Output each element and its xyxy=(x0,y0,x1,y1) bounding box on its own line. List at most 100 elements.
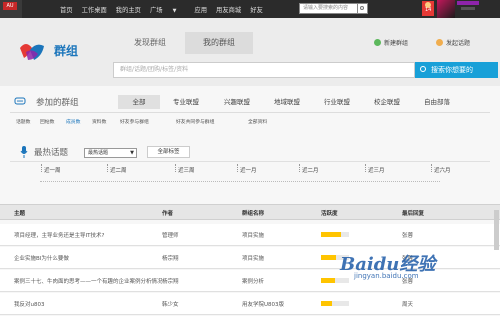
row-group[interactable]: 项目实施 xyxy=(242,231,264,239)
activity-fill xyxy=(321,278,335,283)
hot-topics-title: 最热话题 xyxy=(34,148,69,158)
row-author[interactable]: 杨宗翔 xyxy=(162,254,179,262)
tab-school[interactable]: 校企联盟 xyxy=(362,95,412,109)
activity-fill xyxy=(321,232,341,237)
col-topic[interactable]: 主题 xyxy=(14,209,25,217)
filter-2-weeks-label: 近二周 xyxy=(110,168,127,174)
filter-2-weeks[interactable]: 近二周 xyxy=(107,164,127,174)
col-author[interactable]: 作者 xyxy=(162,209,173,217)
scrollbar[interactable] xyxy=(494,210,499,250)
groups-logo-text: 群组 xyxy=(54,44,79,58)
filter-1-month[interactable]: 近一月 xyxy=(237,164,257,174)
nav-friends[interactable]: 好友 xyxy=(250,5,263,14)
activity-fill xyxy=(321,301,333,306)
row-author[interactable]: 韩少女 xyxy=(162,300,179,308)
tab-my-groups[interactable]: 我的群组 xyxy=(185,32,253,54)
nav-my-page[interactable]: 我的主页 xyxy=(116,5,141,14)
group-search-input[interactable]: 群组/话题/团购/标签/资料 xyxy=(113,62,415,78)
chat-bubble-icon xyxy=(14,97,26,105)
activity-bar xyxy=(321,301,349,306)
table-row[interactable]: 项目经理，主导业务还是主导IT技术? 管理师 项目实施 张蓉 xyxy=(0,224,500,246)
top-search-button[interactable] xyxy=(357,3,368,14)
row-title[interactable]: 我反对u803 xyxy=(14,300,44,308)
row-group[interactable]: 项目实施 xyxy=(242,254,264,262)
filter-1-month-label: 近一月 xyxy=(240,168,257,174)
notification-badge[interactable]: 14 xyxy=(422,1,434,16)
chevron-down-icon: ▼ xyxy=(172,7,177,14)
sort-files[interactable]: 资料数 xyxy=(92,118,120,125)
group-search-button[interactable]: 搜索你想要的 xyxy=(415,62,498,78)
nav-square[interactable]: 广场 ▼ xyxy=(150,5,185,14)
new-topic-button[interactable]: 发起话题 xyxy=(436,38,470,47)
row-last-reply[interactable]: 周天 xyxy=(402,300,413,308)
tab-region[interactable]: 地域联盟 xyxy=(262,95,312,109)
tick-icon xyxy=(107,164,110,172)
topics-table-header: 主题 作者 群组名称 活跃度 最后回复 xyxy=(0,204,500,220)
tab-industry[interactable]: 行业联盟 xyxy=(312,95,362,109)
table-row[interactable]: 我反对u803 韩少女 用友学院U803版 周天 xyxy=(0,293,500,315)
sort-all-files[interactable]: 全部资料 xyxy=(248,118,284,125)
top-nav-bar: AU 首页 工作桌面 我的主页 广场 ▼ 应用 用友商城 好友 请输入要搜索的内容… xyxy=(0,0,500,18)
groups-logo-icon xyxy=(20,44,44,60)
search-icon xyxy=(420,66,426,72)
activity-bar xyxy=(321,232,349,237)
search-icon xyxy=(360,6,364,10)
top-search-input[interactable]: 请输入要搜索的内容 xyxy=(299,3,358,14)
tick-icon xyxy=(299,164,302,172)
tab-interest[interactable]: 兴趣联盟 xyxy=(212,95,262,109)
hot-topics-select[interactable]: 最热话题 ▼ xyxy=(84,148,137,158)
filter-6-months-label: 近六月 xyxy=(434,168,451,174)
filter-2-months-label: 近二月 xyxy=(302,168,319,174)
tab-free[interactable]: 自由部落 xyxy=(412,95,462,109)
tab-professional[interactable]: 专业联盟 xyxy=(160,95,212,109)
filter-3-weeks[interactable]: 近三周 xyxy=(175,164,195,174)
avatar[interactable] xyxy=(437,0,455,18)
new-topic-label: 发起话题 xyxy=(446,40,471,47)
row-author[interactable]: 管理师 xyxy=(162,231,179,239)
tab-discover-groups[interactable]: 发现群组 xyxy=(115,32,185,54)
col-activity[interactable]: 活跃度 xyxy=(321,209,338,217)
microphone-icon xyxy=(20,146,28,158)
new-group-button[interactable]: 新建群组 xyxy=(374,38,408,47)
user-name[interactable] xyxy=(457,1,479,5)
plus-icon xyxy=(374,39,381,46)
nav-store[interactable]: 用友商城 xyxy=(216,5,241,14)
row-group[interactable]: 用友学院U803版 xyxy=(242,300,284,308)
filter-6-months[interactable]: 近六月 xyxy=(431,164,451,174)
watermark-url: jingyan.baidu.com xyxy=(354,272,419,280)
nav-apps[interactable]: 应用 xyxy=(194,5,207,14)
nav-home[interactable]: 首页 xyxy=(60,5,73,14)
group-search-button-label: 搜索你想要的 xyxy=(431,66,473,74)
nav-workspace[interactable]: 工作桌面 xyxy=(82,5,107,14)
col-group[interactable]: 群组名称 xyxy=(242,209,264,217)
notification-count: 14 xyxy=(425,7,432,13)
edit-icon xyxy=(436,39,443,46)
filter-3-months[interactable]: 近三月 xyxy=(365,164,385,174)
sort-common-groups[interactable]: 好友共同参与群组 xyxy=(176,118,248,125)
time-filter: 近一周 近二周 近三周 近一月 近二月 近三月 近六月 xyxy=(0,164,500,188)
row-author[interactable]: 杨宗翔 xyxy=(162,277,179,285)
tick-icon xyxy=(41,164,44,172)
sort-replies[interactable]: 回帖数 xyxy=(40,118,66,125)
filter-2-months[interactable]: 近二月 xyxy=(299,164,319,174)
row-title[interactable]: 案例三十七、牛肉面的思考——一个有趣的企业案例分析情况 xyxy=(14,277,163,285)
sort-tabs: 话题数 回帖数 成员数 资料数 好友参与群组 好友共同参与群组 全部资料 xyxy=(16,118,284,125)
category-tabs: 全部 专业联盟 兴趣联盟 地域联盟 行业联盟 校企联盟 自由部落 xyxy=(118,95,462,109)
main-content: 参加的群组 全部 专业联盟 兴趣联盟 地域联盟 行业联盟 校企联盟 自由部落 话… xyxy=(0,86,500,316)
filter-1-week[interactable]: 近一周 xyxy=(41,164,61,174)
row-group[interactable]: 案例分析 xyxy=(242,277,264,285)
app-badge[interactable]: AU xyxy=(0,0,22,18)
row-title[interactable]: 企业实施BI为什么要做 xyxy=(14,254,69,262)
row-title[interactable]: 项目经理，主导业务还是主导IT技术? xyxy=(14,231,104,239)
row-last-reply[interactable]: 张蓉 xyxy=(402,231,413,239)
activity-bar xyxy=(321,278,349,283)
tab-all[interactable]: 全部 xyxy=(118,95,160,109)
new-group-label: 新建群组 xyxy=(384,40,409,47)
chevron-down-icon: ▼ xyxy=(130,150,134,156)
sort-members[interactable]: 成员数 xyxy=(66,118,92,125)
sort-topics[interactable]: 话题数 xyxy=(16,118,40,125)
sort-friend-groups[interactable]: 好友参与群组 xyxy=(120,118,176,125)
all-tags-button[interactable]: 全部标签 xyxy=(147,146,190,158)
col-last-reply[interactable]: 最后回复 xyxy=(402,209,424,217)
main-nav: 首页 工作桌面 我的主页 广场 ▼ 应用 用友商城 好友 xyxy=(60,0,272,18)
